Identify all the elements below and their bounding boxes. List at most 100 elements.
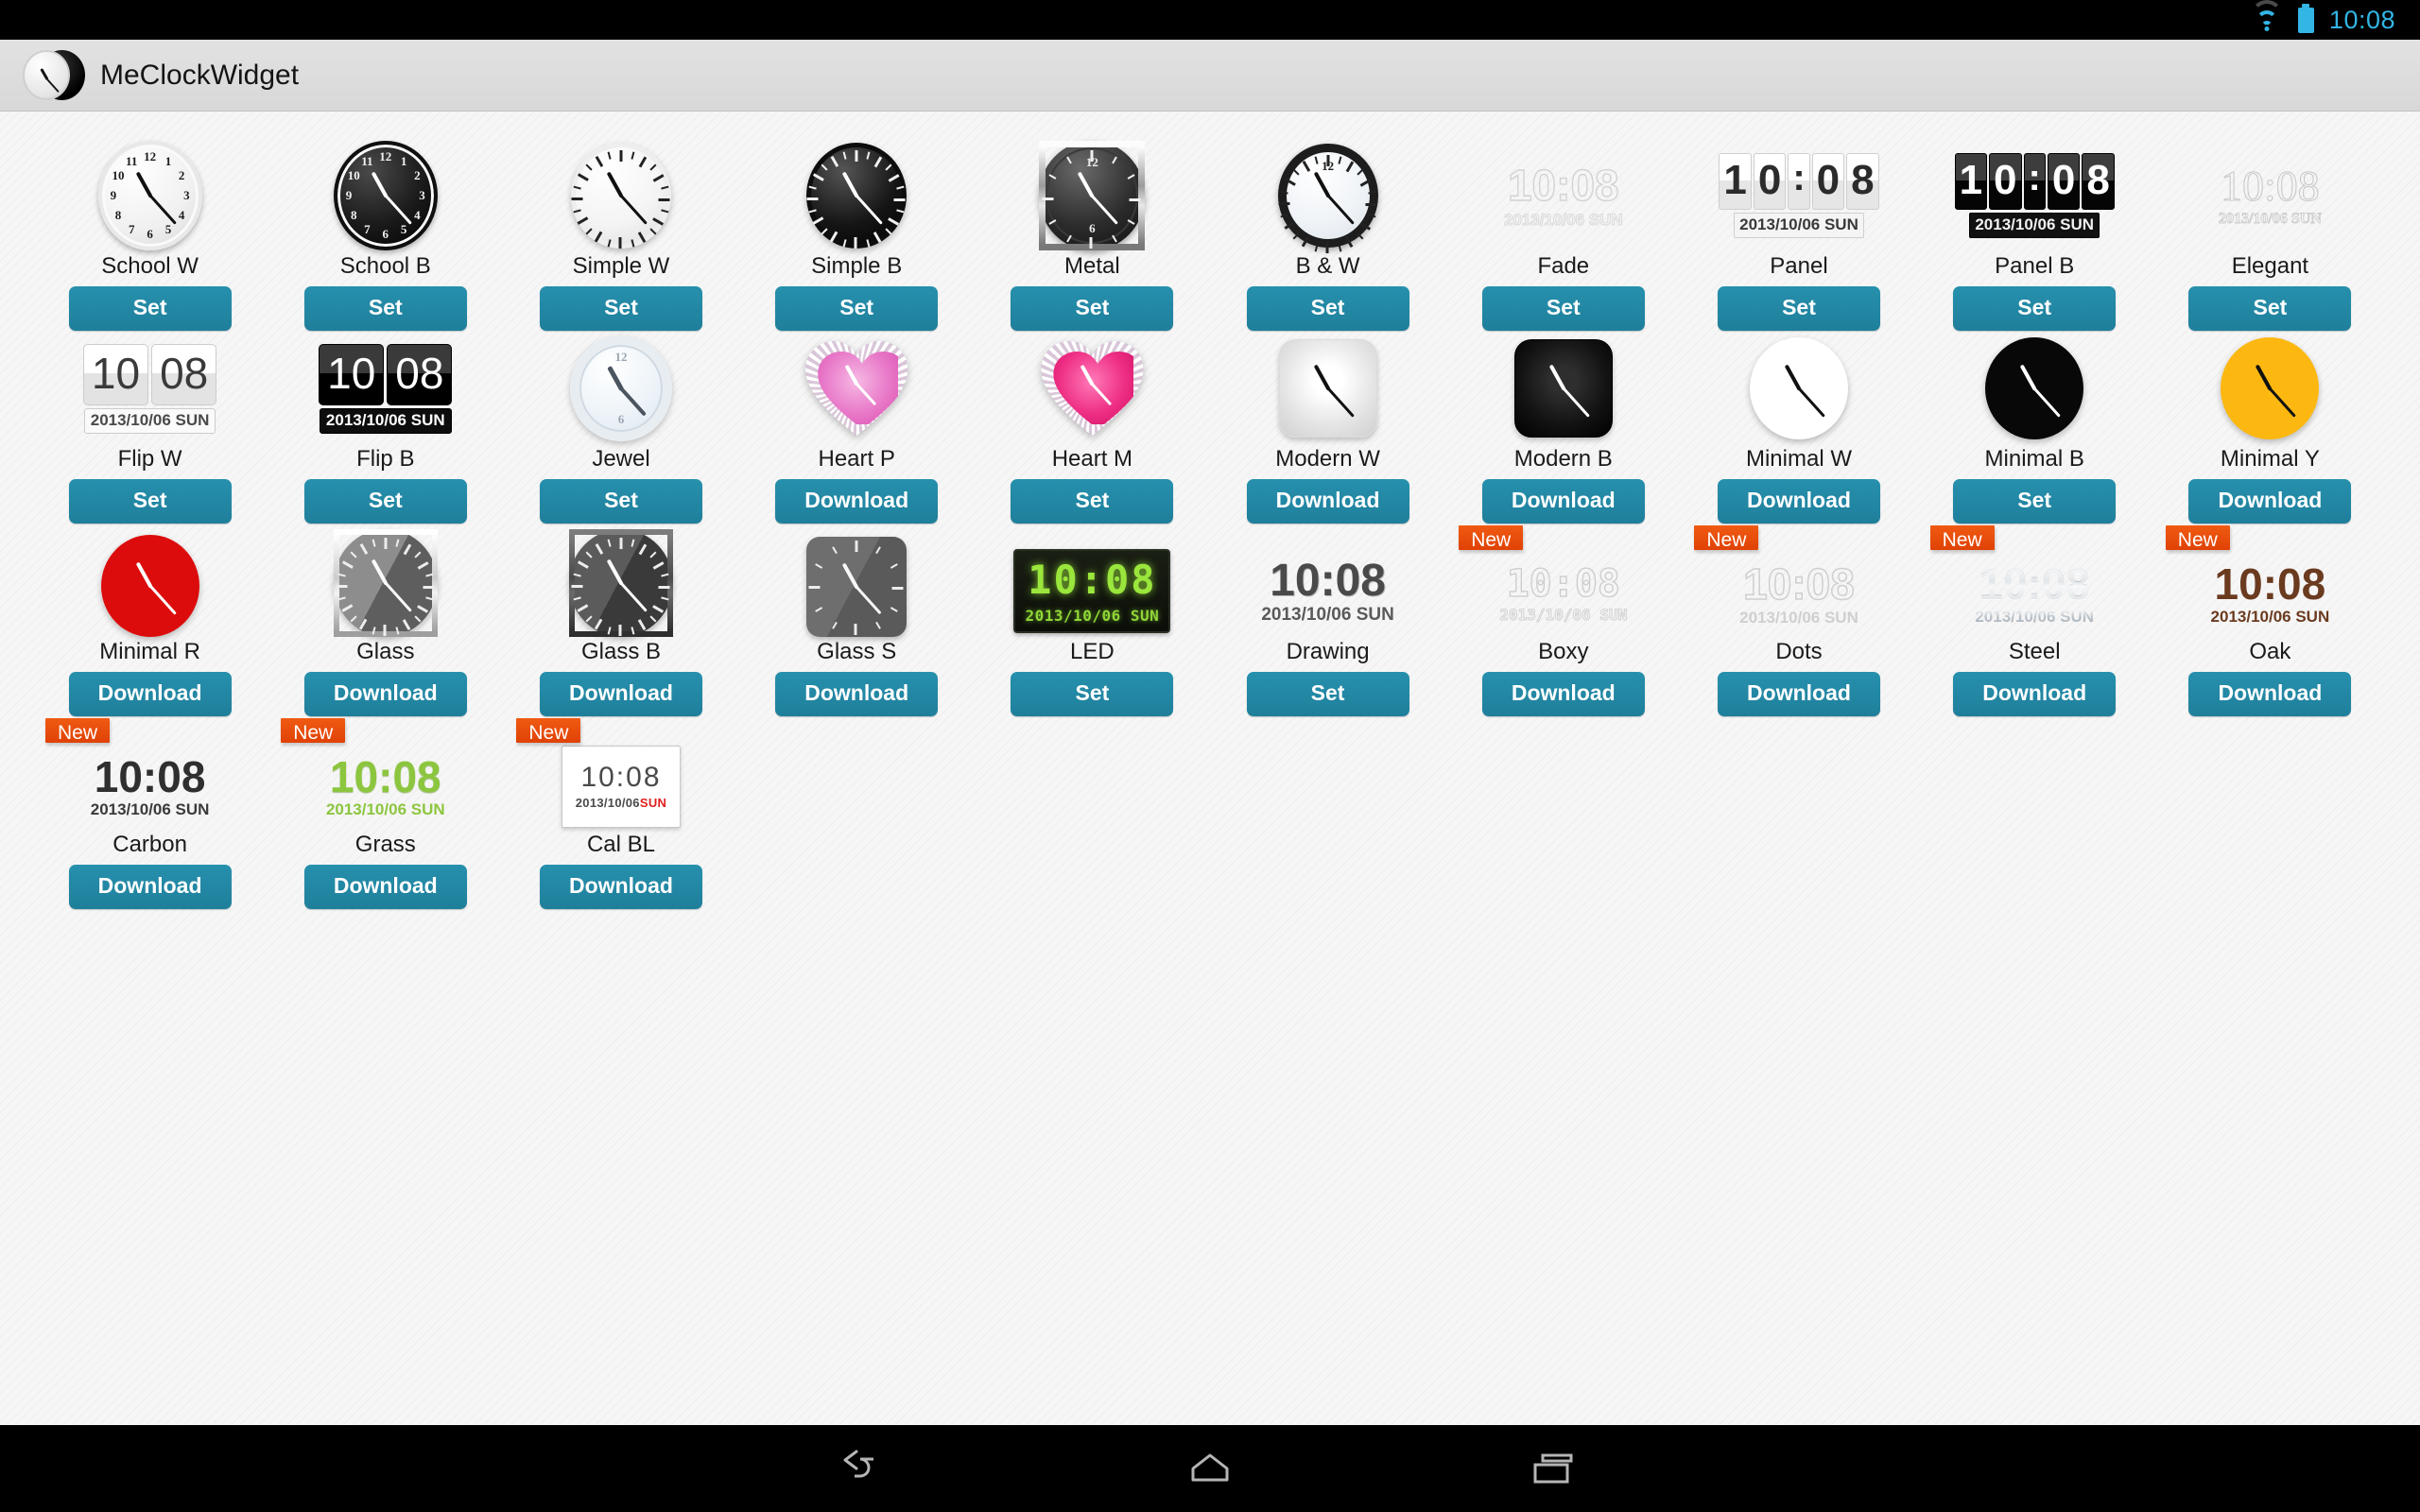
widget-name: Cal BL xyxy=(586,832,656,857)
widget-preview-glass-s[interactable] xyxy=(739,537,975,637)
widget-card: New 10:08 2013/10/06 SUN Grass Download xyxy=(268,716,503,909)
home-icon[interactable] xyxy=(1180,1444,1240,1493)
widget-time: 10:08 xyxy=(1028,557,1157,604)
widget-card: 10 08 2013/10/06 SUN Flip B Set xyxy=(268,331,503,524)
widget-action-button[interactable]: Set xyxy=(1953,479,2117,524)
recent-apps-icon[interactable] xyxy=(1524,1444,1584,1493)
widget-preview-school-white[interactable]: 12 1 2 3 4 5 6 7 8 9 10 11 xyxy=(32,140,268,251)
widget-date: 2013/10/06 SUN xyxy=(325,800,445,818)
widget-preview-simple-white[interactable] xyxy=(503,140,738,251)
widget-action-button[interactable]: Download xyxy=(539,865,702,909)
widget-preview-panel-black[interactable]: 1 0:0 8 2013/10/06 SUN xyxy=(1917,140,2152,251)
widget-name: Drawing xyxy=(1286,639,1370,664)
widget-preview-dots[interactable]: 10:08 2013/10/06 SUN xyxy=(1681,550,1916,637)
widget-action-button[interactable]: Set xyxy=(68,286,232,331)
widget-preview-cal-bl[interactable]: 10:08 2013/10/06SUN xyxy=(503,743,738,830)
widget-name: LED xyxy=(1070,639,1115,664)
widget-action-button[interactable]: Download xyxy=(1481,672,1645,716)
widget-preview-school-black[interactable]: 12 1 2 3 4 5 6 7 8 9 10 11 xyxy=(268,140,503,251)
widget-card: New 10:08 2013/10/06 SUN Oak Download xyxy=(2152,524,2388,716)
widget-card: 12 1 2 3 4 5 6 7 8 9 10 11 School W Set xyxy=(32,138,268,331)
widget-preview-oak[interactable]: 10:08 2013/10/06 SUN xyxy=(2152,550,2388,637)
widget-preview-steel[interactable]: 10:08 2013/10/06 SUN xyxy=(1917,550,2152,637)
status-bar-clock: 10:08 xyxy=(2328,5,2395,34)
widget-name: Flip W xyxy=(117,446,182,472)
widget-action-button[interactable]: Download xyxy=(303,865,467,909)
widget-date: 2013/10/06 SUN xyxy=(1261,605,1394,626)
widget-preview-minimal-yellow[interactable] xyxy=(2152,333,2388,444)
widget-name: Simple B xyxy=(811,253,903,279)
widget-preview-boxy[interactable]: 10:08 2013/10/06 SUN xyxy=(1445,550,1681,637)
widget-time: 10:08 xyxy=(580,761,662,793)
widget-preview-drawing[interactable]: 10:08 2013/10/06 SUN xyxy=(1210,545,1445,637)
widget-action-button[interactable]: Download xyxy=(1246,479,1409,524)
widget-preview-elegant[interactable]: 10:08 2013/10/06 SUN xyxy=(2152,140,2388,251)
widget-preview-modern-white[interactable] xyxy=(1210,333,1445,444)
widget-action-button[interactable]: Download xyxy=(68,865,232,909)
widget-action-button[interactable]: Set xyxy=(1481,286,1645,331)
widget-action-button[interactable]: Download xyxy=(539,672,702,716)
app-header: MeClockWidget xyxy=(0,40,2420,112)
new-badge: New xyxy=(45,718,111,743)
widget-action-button[interactable]: Set xyxy=(2188,286,2352,331)
widget-action-button[interactable]: Download xyxy=(1717,479,1880,524)
widget-name: Glass xyxy=(356,639,415,664)
widget-action-button[interactable]: Set xyxy=(68,479,232,524)
widget-time: 10:08 xyxy=(329,752,441,801)
widget-card: New 10:08 2013/10/06 SUN Boxy Download xyxy=(1445,524,1681,716)
widget-preview-panel-white[interactable]: 1 0:0 8 2013/10/06 SUN xyxy=(1681,140,1916,251)
widget-preview-jewel[interactable]: 12 6 xyxy=(503,333,738,444)
widget-preview-minimal-black[interactable] xyxy=(1917,333,2152,444)
widget-preview-bw[interactable]: 12 xyxy=(1210,140,1445,253)
widget-action-button[interactable]: Set xyxy=(1717,286,1880,331)
widget-action-button[interactable]: Download xyxy=(1481,479,1645,524)
widget-action-button[interactable]: Set xyxy=(539,479,702,524)
widget-action-button[interactable]: Set xyxy=(303,479,467,524)
widget-action-button[interactable]: Download xyxy=(2188,672,2352,716)
widget-action-button[interactable]: Download xyxy=(775,672,939,716)
widget-preview-flip-black[interactable]: 10 08 2013/10/06 SUN xyxy=(268,333,503,444)
widget-preview-metal[interactable]: 12 6 xyxy=(975,140,1210,251)
widget-action-button[interactable]: Download xyxy=(1953,672,2117,716)
widget-action-button[interactable]: Download xyxy=(1717,672,1880,716)
widget-action-button[interactable]: Set xyxy=(303,286,467,331)
widget-action-button[interactable]: Set xyxy=(1011,479,1174,524)
widget-preview-grass[interactable]: 10:08 2013/10/06 SUN xyxy=(268,743,503,830)
widget-action-button[interactable]: Download xyxy=(775,479,939,524)
widget-action-button[interactable]: Set xyxy=(1011,672,1174,716)
widget-date: 2013/10/06 SUN xyxy=(1975,608,2095,626)
widget-preview-flip-white[interactable]: 10 08 2013/10/06 SUN xyxy=(32,333,268,444)
widget-card: 12 B & W Set xyxy=(1210,138,1445,331)
widget-date: 2013/10/06 SUN xyxy=(1739,608,1858,627)
widget-date: 2013/10/06 SUN xyxy=(2218,211,2322,227)
widget-action-button[interactable]: Download xyxy=(68,672,232,716)
widget-preview-heart-pink[interactable] xyxy=(739,333,975,444)
widget-preview-minimal-red[interactable] xyxy=(32,535,268,637)
widget-name: Modern W xyxy=(1275,446,1380,472)
widget-preview-carbon[interactable]: 10:08 2013/10/06 SUN xyxy=(32,743,268,830)
widget-date: 2013/10/06 SUN xyxy=(1503,211,1623,229)
widget-action-button[interactable]: Set xyxy=(1011,286,1174,331)
widget-preview-fade[interactable]: 10:08 2013/10/06 SUN xyxy=(1445,140,1681,251)
widget-card: Glass B Download xyxy=(503,524,738,716)
widget-action-button[interactable]: Set xyxy=(1246,286,1409,331)
widget-action-button[interactable]: Set xyxy=(1953,286,2117,331)
widget-card: Glass Download xyxy=(268,524,503,716)
widget-grid: 12 1 2 3 4 5 6 7 8 9 10 11 School W Set 12 1 2 3 4 5 6 7 8 9 10 1… xyxy=(32,138,2388,909)
back-arrow-icon[interactable] xyxy=(836,1444,896,1493)
widget-preview-heart-magenta[interactable] xyxy=(975,333,1210,444)
widget-action-button[interactable]: Set xyxy=(539,286,702,331)
widget-action-button[interactable]: Set xyxy=(775,286,939,331)
widget-preview-simple-black[interactable] xyxy=(739,140,975,251)
widget-preview-glass[interactable] xyxy=(268,529,503,637)
widget-preview-led[interactable]: 10:08 2013/10/06 SUN xyxy=(975,545,1210,637)
widget-action-button[interactable]: Download xyxy=(2188,479,2352,524)
widget-name: School B xyxy=(339,253,431,279)
widget-preview-glass-b[interactable] xyxy=(503,529,738,637)
widget-name: Minimal R xyxy=(99,639,200,664)
widget-preview-modern-black[interactable] xyxy=(1445,333,1681,444)
widget-action-button[interactable]: Download xyxy=(303,672,467,716)
widget-preview-minimal-white[interactable] xyxy=(1681,333,1916,444)
widget-action-button[interactable]: Set xyxy=(1246,672,1409,716)
badge-slot xyxy=(975,525,1210,545)
